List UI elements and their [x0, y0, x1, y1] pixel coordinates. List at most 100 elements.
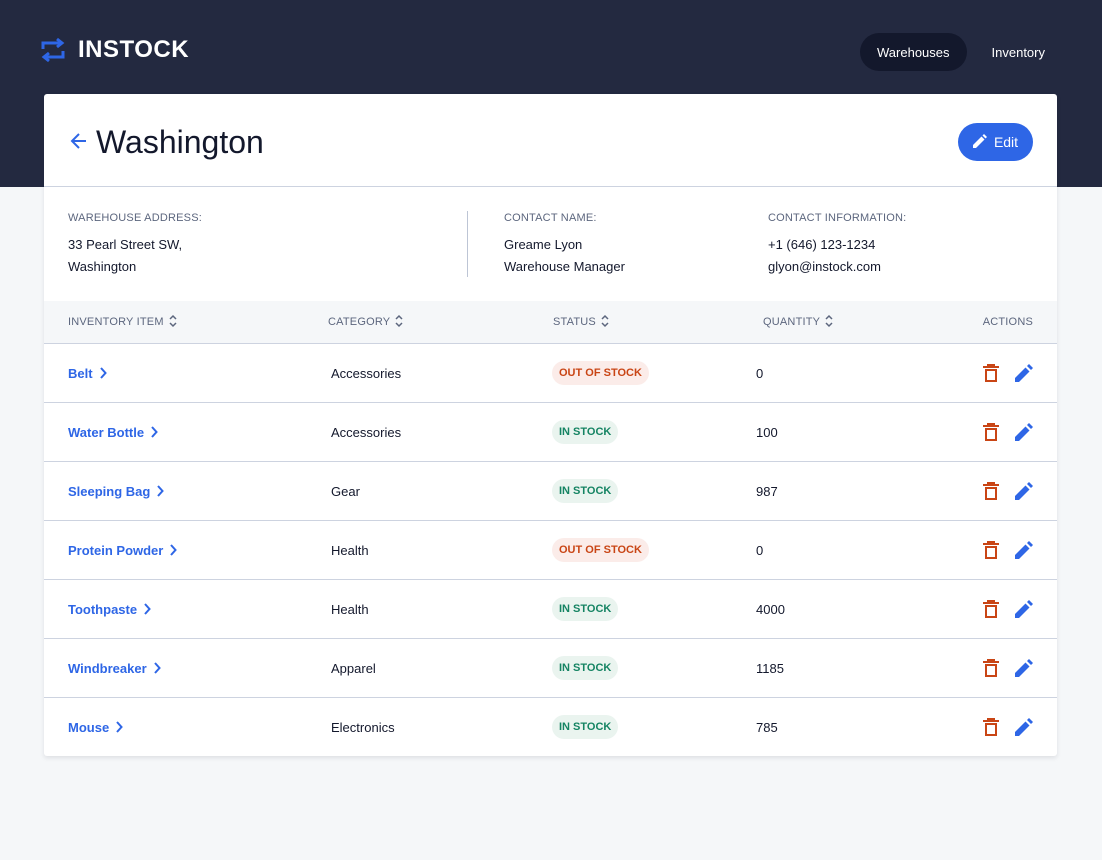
chevron-right-icon: [169, 544, 178, 556]
row-actions: [983, 521, 1033, 579]
category-cell: Health: [331, 601, 369, 617]
sort-icon[interactable]: [601, 314, 609, 331]
logo-text: INSTOCK: [78, 36, 190, 63]
status-badge: IN STOCK: [552, 420, 619, 444]
item-link[interactable]: Windbreaker: [68, 639, 161, 697]
column-header-actions: ACTIONS: [983, 301, 1033, 343]
item-name: Sleeping Bag: [68, 483, 151, 499]
address-line-1: 33 Pearl Street SW,: [68, 237, 183, 252]
edit-button[interactable]: Edit: [958, 123, 1033, 161]
sort-icon[interactable]: [169, 314, 177, 331]
column-header-category[interactable]: CATEGORY: [328, 301, 403, 343]
trash-icon[interactable]: [983, 718, 999, 736]
trash-icon[interactable]: [983, 541, 999, 559]
table-row: Toothpaste Health IN STOCK 4000: [44, 580, 1057, 639]
address-label: WAREHOUSE ADDRESS:: [68, 212, 202, 224]
title-row: Washington Edit: [44, 94, 1057, 187]
logo[interactable]: INSTOCK: [40, 36, 189, 64]
pencil-icon[interactable]: [1015, 659, 1033, 677]
warehouse-details-card: Washington Edit WAREHOUSE ADDRESS: 33 Pe…: [44, 94, 1057, 756]
status-cell: IN STOCK: [552, 580, 619, 638]
warehouse-details: WAREHOUSE ADDRESS: 33 Pearl Street SW, W…: [44, 187, 1057, 301]
arrow-back-icon[interactable]: [69, 131, 89, 156]
column-header-status[interactable]: STATUS: [553, 301, 609, 343]
trash-icon[interactable]: [983, 659, 999, 677]
quantity-cell: 785: [756, 719, 778, 735]
item-name: Water Bottle: [68, 424, 145, 440]
category-cell: Health: [331, 542, 369, 558]
column-header-inventory-item[interactable]: INVENTORY ITEM: [68, 301, 177, 343]
quantity-cell: 100: [756, 424, 778, 440]
column-header-label: ACTIONS: [982, 316, 1033, 328]
table-row: Windbreaker Apparel IN STOCK 1185: [44, 639, 1057, 698]
category-cell: Apparel: [331, 660, 376, 676]
nav-inventory[interactable]: Inventory: [975, 33, 1062, 71]
quantity-cell: 1185: [756, 660, 784, 676]
item-name: Belt: [68, 365, 93, 381]
status-cell: OUT OF STOCK: [552, 521, 649, 579]
trash-icon[interactable]: [983, 423, 999, 441]
category-cell: Electronics: [331, 719, 395, 735]
column-header-label: CATEGORY: [328, 316, 391, 328]
item-link[interactable]: Belt: [68, 344, 107, 402]
item-link[interactable]: Mouse: [68, 698, 124, 756]
edit-label: Edit: [993, 134, 1019, 150]
status-cell: IN STOCK: [552, 639, 619, 697]
pencil-icon[interactable]: [1015, 541, 1033, 559]
contact-name: Greame Lyon: [504, 237, 583, 252]
chevron-right-icon: [115, 721, 124, 733]
pencil-icon[interactable]: [1015, 718, 1033, 736]
pencil-icon: [972, 133, 987, 151]
trash-icon[interactable]: [983, 600, 999, 618]
pencil-icon[interactable]: [1015, 482, 1033, 500]
row-actions: [983, 639, 1033, 697]
category-cell: Accessories: [331, 424, 402, 440]
status-cell: IN STOCK: [552, 698, 619, 756]
item-link[interactable]: Sleeping Bag: [68, 462, 165, 520]
pencil-icon[interactable]: [1015, 600, 1033, 618]
pencil-icon[interactable]: [1015, 423, 1033, 441]
quantity-cell: 0: [756, 542, 764, 558]
details-divider: [467, 211, 468, 277]
category-cell: Accessories: [331, 365, 402, 381]
trash-icon[interactable]: [983, 482, 999, 500]
contact-name-section: CONTACT NAME: Greame Lyon Warehouse Mana…: [504, 212, 625, 278]
chevron-right-icon: [153, 662, 161, 674]
contact-email: glyon@instock.com: [768, 259, 881, 274]
chevron-right-icon: [99, 367, 107, 379]
pencil-icon[interactable]: [1015, 364, 1033, 382]
inventory-table-body: Belt Accessories OUT OF STOCK 0 Water Bottle…: [44, 344, 1057, 756]
status-cell: IN STOCK: [552, 403, 619, 461]
item-link[interactable]: Water Bottle: [68, 403, 158, 461]
status-cell: IN STOCK: [552, 462, 619, 520]
item-name: Protein Powder: [68, 542, 164, 558]
status-badge: IN STOCK: [552, 479, 619, 503]
quantity-cell: 987: [756, 483, 778, 499]
column-header-label: INVENTORY ITEM: [68, 316, 164, 328]
sort-icon[interactable]: [825, 314, 833, 331]
table-row: Mouse Electronics IN STOCK 785: [44, 698, 1057, 756]
status-badge: OUT OF STOCK: [552, 361, 649, 385]
item-name: Mouse: [68, 719, 110, 735]
table-row: Sleeping Bag Gear IN STOCK 987: [44, 462, 1057, 521]
item-link[interactable]: Protein Powder: [68, 521, 178, 579]
address-section: WAREHOUSE ADDRESS: 33 Pearl Street SW, W…: [68, 212, 202, 278]
table-header: INVENTORY ITEM CATEGORY STATUS QUANTITY …: [44, 301, 1057, 344]
column-header-quantity[interactable]: QUANTITY: [763, 301, 833, 343]
row-actions: [983, 462, 1033, 520]
row-actions: [983, 344, 1033, 402]
table-row: Protein Powder Health OUT OF STOCK 0: [44, 521, 1057, 580]
main-nav: Warehouses Inventory: [860, 33, 1062, 71]
swap-arrows-icon: [40, 37, 66, 63]
sort-icon[interactable]: [395, 314, 403, 331]
status-cell: OUT OF STOCK: [552, 344, 649, 402]
row-actions: [983, 698, 1033, 756]
chevron-right-icon: [156, 485, 165, 497]
item-link[interactable]: Toothpaste: [68, 580, 151, 638]
table-row: Belt Accessories OUT OF STOCK 0: [44, 344, 1057, 403]
address-line-2: Washington: [68, 259, 137, 274]
nav-warehouses[interactable]: Warehouses: [860, 33, 967, 71]
chevron-right-icon: [150, 426, 158, 438]
trash-icon[interactable]: [983, 364, 999, 382]
item-name: Toothpaste: [68, 601, 138, 617]
